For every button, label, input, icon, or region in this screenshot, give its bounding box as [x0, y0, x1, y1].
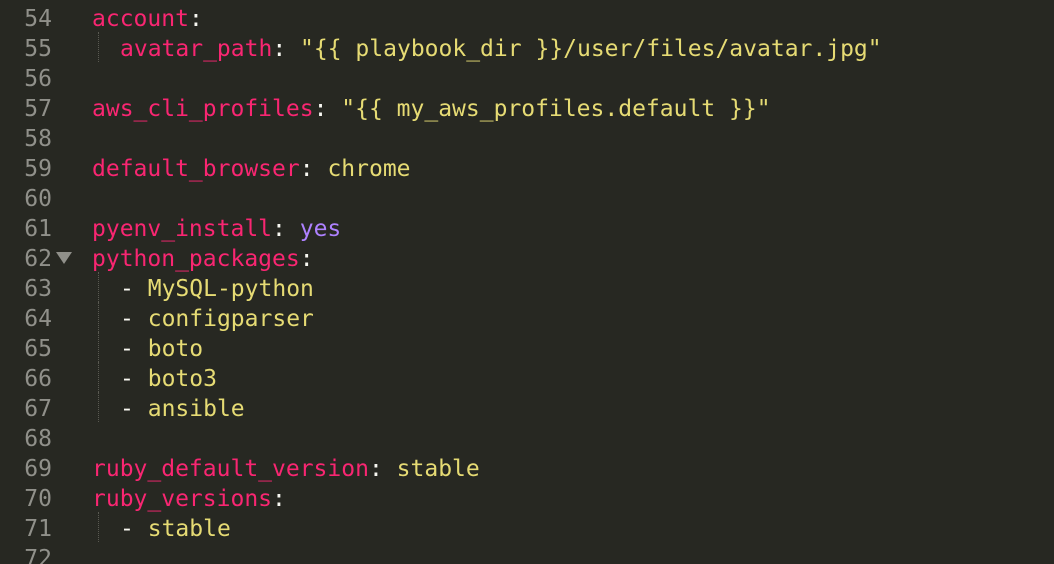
line-number: 61: [24, 216, 52, 242]
code-line[interactable]: 54 account:: [0, 2, 1054, 32]
code-line[interactable]: 69 ruby_default_version: stable: [0, 452, 1054, 482]
yaml-value: configparser: [147, 306, 314, 332]
line-number: 67: [24, 396, 52, 422]
code-line[interactable]: 55 avatar_path: "{{ playbook_dir }}/user…: [0, 32, 1054, 62]
code-line[interactable]: 58: [0, 122, 1054, 152]
yaml-key: python_packages: [92, 246, 300, 272]
code-line[interactable]: 59 default_browser: chrome: [0, 152, 1054, 182]
line-number: 59: [24, 156, 52, 182]
yaml-colon: :: [272, 36, 287, 62]
line-number: 70: [24, 486, 52, 512]
yaml-value: "{{ my_aws_profiles.default }}": [341, 96, 771, 122]
yaml-colon: :: [272, 486, 286, 512]
code-text: - stable: [92, 514, 231, 544]
code-line[interactable]: 57 aws_cli_profiles: "{{ my_aws_profiles…: [0, 92, 1054, 122]
line-number: 66: [24, 366, 52, 392]
code-text: - ansible: [92, 394, 245, 424]
line-number: 68: [24, 426, 52, 452]
yaml-key: aws_cli_profiles: [92, 96, 314, 122]
code-line[interactable]: 63 - MySQL-python: [0, 272, 1054, 302]
line-number: 65: [24, 336, 52, 362]
line-number: 57: [24, 96, 52, 122]
code-line[interactable]: 71 - stable: [0, 512, 1054, 542]
line-number: 58: [24, 126, 52, 152]
code-text: - boto3: [92, 364, 217, 394]
code-line[interactable]: 65 - boto: [0, 332, 1054, 362]
yaml-key: default_browser: [92, 156, 300, 182]
line-number: 63: [24, 276, 52, 302]
yaml-key: avatar_path: [120, 36, 273, 62]
code-line[interactable]: 67 - ansible: [0, 392, 1054, 422]
yaml-value: "{{ playbook_dir }}/user/files/avatar.jp…: [300, 36, 882, 62]
yaml-value: boto3: [147, 366, 217, 392]
code-line[interactable]: 64 - configparser: [0, 302, 1054, 332]
code-line[interactable]: 70 ruby_versions:: [0, 482, 1054, 512]
line-number: 64: [24, 306, 52, 332]
yaml-value: ansible: [147, 396, 245, 422]
yaml-value: boto: [147, 336, 204, 362]
line-number: 71: [24, 516, 52, 542]
yaml-colon: :: [368, 456, 383, 482]
yaml-key: pyenv_install: [92, 216, 273, 242]
line-number: 56: [24, 66, 52, 92]
fold-triangle-icon[interactable]: [56, 252, 72, 264]
line-number: 72: [24, 546, 52, 564]
yaml-value: stable: [147, 516, 231, 542]
yaml-colon: :: [299, 246, 314, 272]
yaml-colon: :: [313, 96, 328, 122]
code-text: ruby_versions:: [92, 484, 286, 514]
list-dash: -: [120, 336, 134, 362]
yaml-value: stable: [396, 456, 480, 482]
line-number: 62: [24, 246, 52, 272]
code-text: python_packages:: [92, 244, 314, 274]
code-line[interactable]: 68: [0, 422, 1054, 452]
code-text: avatar_path: "{{ playbook_dir }}/user/fi…: [92, 34, 882, 64]
code-text: ruby_default_version: stable: [92, 454, 480, 484]
code-text: - boto: [92, 334, 203, 364]
code-line[interactable]: 56: [0, 62, 1054, 92]
code-line[interactable]: 62 python_packages:: [0, 242, 1054, 272]
code-text: default_browser: chrome: [92, 154, 411, 184]
code-text: - configparser: [92, 304, 314, 334]
code-line[interactable]: 61 pyenv_install: yes: [0, 212, 1054, 242]
yaml-colon: :: [299, 156, 314, 182]
line-number: 54: [24, 6, 52, 32]
yaml-boolean: yes: [299, 216, 342, 242]
code-text: aws_cli_profiles: "{{ my_aws_profiles.de…: [92, 94, 771, 124]
code-line[interactable]: 72: [0, 542, 1054, 564]
yaml-value: MySQL-python: [147, 276, 314, 302]
line-number: 55: [24, 36, 52, 62]
yaml-key: ruby_default_version: [92, 456, 369, 482]
code-line[interactable]: 66 - boto3: [0, 362, 1054, 392]
yaml-key: ruby_versions: [92, 486, 273, 512]
yaml-colon: :: [272, 216, 286, 242]
line-number: 69: [24, 456, 52, 482]
list-dash: -: [120, 396, 134, 422]
code-line[interactable]: 60: [0, 182, 1054, 212]
list-dash: -: [120, 306, 134, 332]
code-text: account:: [92, 4, 203, 34]
list-dash: -: [120, 276, 134, 302]
code-editor[interactable]: 54 account: 55 avatar_path: "{{ playbook…: [0, 0, 1054, 564]
yaml-colon: :: [188, 6, 203, 32]
list-dash: -: [120, 516, 134, 542]
code-text: pyenv_install: yes: [92, 214, 341, 244]
line-number: 60: [24, 186, 52, 212]
yaml-value: chrome: [327, 156, 411, 182]
list-dash: -: [120, 366, 134, 392]
code-text: - MySQL-python: [92, 274, 314, 304]
yaml-key: account: [92, 6, 189, 32]
